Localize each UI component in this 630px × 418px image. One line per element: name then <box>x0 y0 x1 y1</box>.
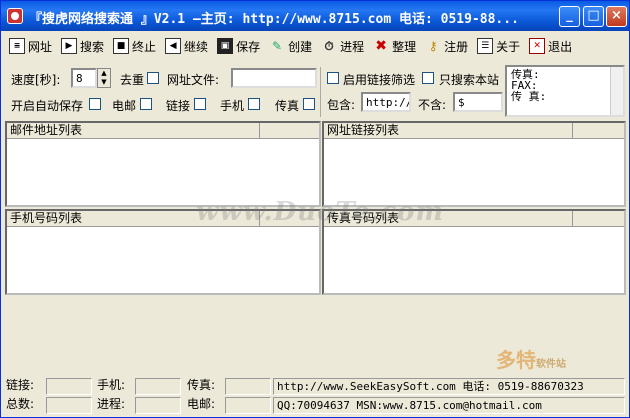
create-icon: ✎ <box>272 39 283 53</box>
dedupe-checkbox[interactable] <box>147 72 159 84</box>
status-fax-label: 传真: <box>184 378 224 395</box>
exclude-label: 不含: <box>418 98 447 112</box>
toolbar-create-button[interactable]: ✎ 创建 <box>269 35 312 57</box>
url-list-header[interactable]: 网址链接列表 <box>324 123 572 139</box>
watermark-text: www.DuoTe.com <box>196 197 445 227</box>
email-option-label: 电邮 <box>112 99 137 113</box>
speed-input[interactable]: 8 <box>71 68 97 88</box>
status-mobile-value <box>135 378 181 395</box>
play-icon: ▶ <box>61 38 78 54</box>
spin-up-icon[interactable]: ▲ <box>98 69 110 78</box>
stop-icon: ■ <box>113 38 130 54</box>
toolbar-url-button[interactable]: ≡ 网址 <box>9 35 52 57</box>
toolbar-progress-button[interactable]: ⏱ 进程 <box>321 35 364 57</box>
info-textbox[interactable]: 传真: FAX: 传 真: <box>505 65 625 117</box>
enable-filter-checkbox[interactable] <box>327 72 339 84</box>
url-icon: ≡ <box>9 38 25 54</box>
status-progress-value <box>135 397 181 414</box>
speed-spinner[interactable]: ▲ ▼ <box>97 68 111 88</box>
toolbar-progress-label: 进程 <box>340 39 365 54</box>
toolbar-search-label: 搜索 <box>80 39 105 54</box>
minimize-button[interactable]: _ <box>559 6 580 27</box>
toolbar-about-label: 关于 <box>496 39 521 54</box>
status-total-value <box>46 397 92 414</box>
window-title: 『搜虎网络搜索通 』V2.1 —主页: http://www.8715.com … <box>29 12 519 27</box>
toolbar-exit-button[interactable]: ✕ 退出 <box>529 35 572 57</box>
toolbar-about-button[interactable]: ☰ 关于 <box>477 35 520 57</box>
url-list[interactable]: 网址链接列表 <box>322 121 626 207</box>
status-email-value <box>225 397 271 414</box>
title-bar[interactable]: 『搜虎网络搜索通 』V2.1 —主页: http://www.8715.com … <box>1 1 629 31</box>
toolbar-search-button[interactable]: ▶ 搜索 <box>61 35 104 57</box>
autosave-checkbox[interactable] <box>89 98 101 110</box>
toolbar-register-label: 注册 <box>444 39 469 54</box>
info-line-fax-2: 传 真: <box>511 90 547 103</box>
toolbar-exit-label: 退出 <box>548 39 573 54</box>
toolbar: ≡ 网址 ▶ 搜索 ■ 终止 ◀ 继续 ▣ 保存 ✎ 创建 ⏱ 进程 ✖ 整理 <box>1 31 629 61</box>
toolbar-resume-button[interactable]: ◀ 继续 <box>165 35 208 57</box>
status-progress-label: 进程: <box>94 397 134 414</box>
status-fax-value <box>225 378 271 395</box>
status-contact-line2: QQ:70094637 MSN:www.8715.com@hotmail.com <box>273 397 625 414</box>
status-links-label: 链接: <box>3 378 45 395</box>
email-list[interactable]: 邮件地址列表 <box>5 121 321 207</box>
close-button[interactable]: × <box>606 6 627 27</box>
logo-sub-text: 软件站 <box>536 359 566 370</box>
key-icon: ⚷ <box>428 39 438 53</box>
exclude-input[interactable]: $ <box>453 92 503 112</box>
fax-option-label: 传真 <box>275 99 300 113</box>
toolbar-save-label: 保存 <box>236 39 261 54</box>
fax-list-header-extra[interactable] <box>572 211 624 227</box>
email-list-header[interactable]: 邮件地址列表 <box>7 123 259 139</box>
mobile-checkbox[interactable] <box>248 98 260 110</box>
status-contact-line1: http://www.SeekEasySoft.com 电话: 0519-886… <box>273 378 625 395</box>
toolbar-stop-button[interactable]: ■ 终止 <box>113 35 156 57</box>
link-option-label: 链接 <box>166 99 191 113</box>
duote-logo-watermark: 多特软件站 <box>496 344 566 373</box>
toolbar-resume-label: 继续 <box>184 39 209 54</box>
email-list-header-extra[interactable] <box>259 123 319 139</box>
speed-label: 速度[秒]: <box>11 73 61 87</box>
about-icon: ☰ <box>477 38 494 54</box>
autosave-label: 开启自动保存 <box>11 99 84 113</box>
fax-checkbox[interactable] <box>303 98 315 110</box>
toolbar-tidy-label: 整理 <box>392 39 417 54</box>
status-mobile-label: 手机: <box>94 378 134 395</box>
resume-icon: ◀ <box>165 38 182 54</box>
toolbar-stop-label: 终止 <box>132 39 157 54</box>
toolbar-tidy-button[interactable]: ✖ 整理 <box>373 35 416 57</box>
status-links-value <box>46 378 92 395</box>
email-checkbox[interactable] <box>140 98 152 110</box>
spin-down-icon[interactable]: ▼ <box>98 78 110 87</box>
link-checkbox[interactable] <box>194 98 206 110</box>
toolbar-create-label: 创建 <box>288 39 313 54</box>
status-total-label: 总数: <box>3 397 45 414</box>
toolbar-save-button[interactable]: ▣ 保存 <box>217 35 260 57</box>
logo-main-text: 多特 <box>496 348 536 372</box>
mobile-option-label: 手机 <box>220 99 245 113</box>
info-scrollbar[interactable] <box>610 67 623 115</box>
url-file-label: 网址文件: <box>167 73 220 87</box>
url-file-input[interactable] <box>231 68 317 88</box>
progress-icon: ⏱ <box>324 39 334 53</box>
include-input[interactable]: http:// <box>361 92 411 112</box>
floppy-icon: ▣ <box>217 38 234 54</box>
app-window: 『搜虎网络搜索通 』V2.1 —主页: http://www.8715.com … <box>0 0 630 418</box>
tidy-icon: ✖ <box>375 38 387 54</box>
dedupe-label: 去重 <box>120 73 145 87</box>
only-site-label: 只搜索本站 <box>439 73 500 87</box>
include-label: 包含: <box>327 98 356 112</box>
maximize-button[interactable]: □ <box>583 6 604 27</box>
exit-icon: ✕ <box>529 38 546 54</box>
status-email-label: 电邮: <box>184 397 224 414</box>
enable-filter-label: 启用链接筛选 <box>343 73 416 87</box>
toolbar-register-button[interactable]: ⚷ 注册 <box>425 35 468 57</box>
panel-divider <box>320 67 321 117</box>
app-icon[interactable] <box>7 8 23 24</box>
only-site-checkbox[interactable] <box>422 72 434 84</box>
toolbar-url-label: 网址 <box>28 39 53 54</box>
url-list-header-extra[interactable] <box>572 123 624 139</box>
